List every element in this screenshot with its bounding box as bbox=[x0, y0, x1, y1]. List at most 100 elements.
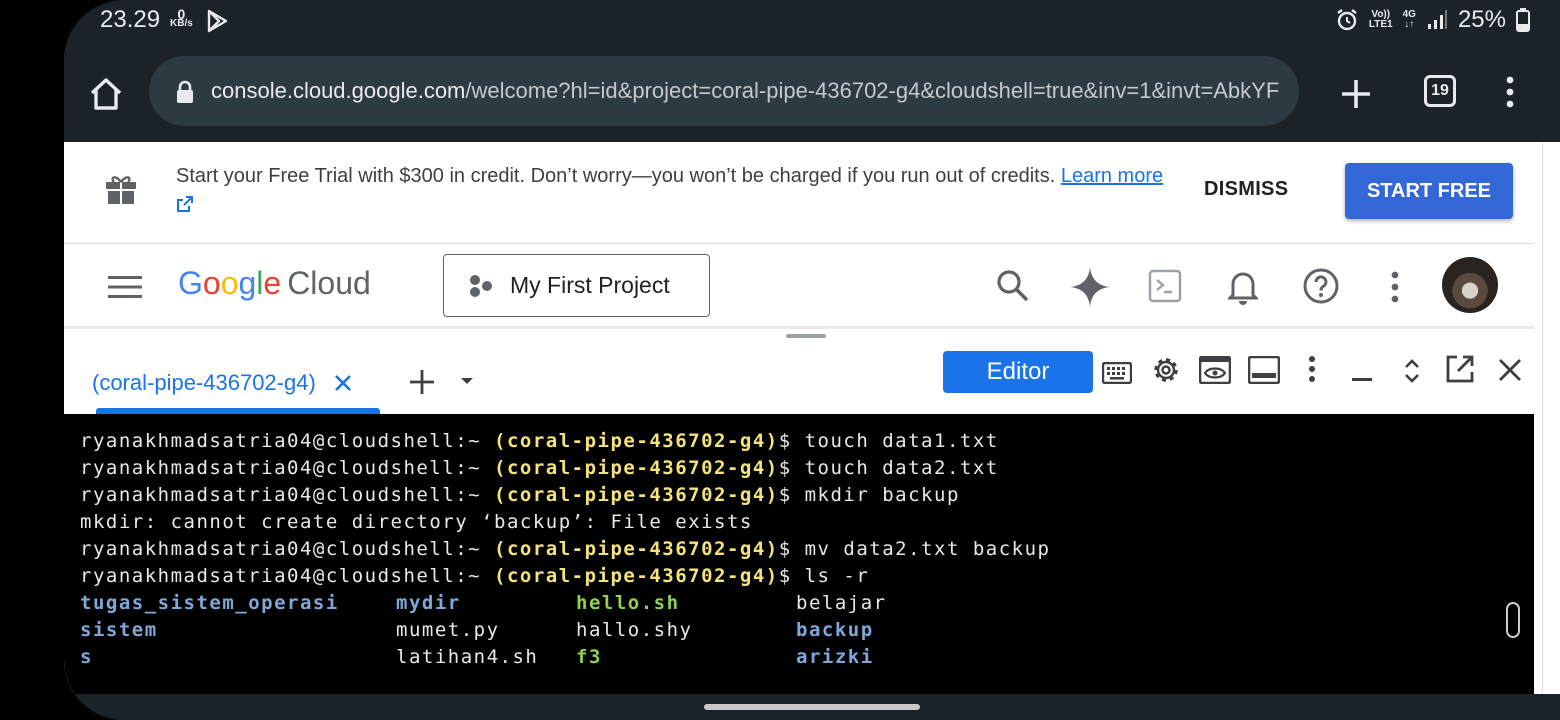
network-type: 4G ↓↑ bbox=[1403, 10, 1416, 30]
prompt-project: (coral-pipe-436702-g4) bbox=[494, 457, 779, 479]
ls-entry-exe: f3 bbox=[576, 646, 602, 668]
gift-icon bbox=[106, 176, 136, 204]
prompt-symbol: $ bbox=[778, 484, 805, 506]
ls-entry-file: latihan4.sh bbox=[396, 646, 539, 668]
home-gesture-handle[interactable] bbox=[704, 704, 920, 710]
status-right: Vo)) LTE1 4G ↓↑ 25% bbox=[1335, 6, 1530, 34]
prompt-symbol: $ bbox=[778, 430, 805, 452]
url-host: console.cloud.google.com bbox=[211, 78, 466, 103]
close-tab-icon[interactable] bbox=[334, 374, 352, 392]
project-name: My First Project bbox=[510, 272, 670, 298]
new-tab-icon[interactable] bbox=[1336, 74, 1376, 114]
prompt-user: ryanakhmadsatria04@cloudshell:~ bbox=[80, 538, 495, 560]
signal-icon bbox=[1427, 10, 1447, 29]
external-link-icon bbox=[177, 196, 193, 212]
network-speed-unit: KB/s bbox=[170, 18, 193, 29]
tab-switcher-button[interactable]: 19 bbox=[1424, 75, 1456, 107]
keyboard-icon[interactable] bbox=[1102, 362, 1132, 384]
search-icon[interactable] bbox=[996, 269, 1030, 303]
prompt-symbol: $ bbox=[778, 457, 805, 479]
prompt-project: (coral-pipe-436702-g4) bbox=[494, 565, 779, 587]
dismiss-button[interactable]: DISMISS bbox=[1204, 178, 1288, 201]
ls-output-row: tugas_sistem_operasi mydir hello.sh bela… bbox=[80, 590, 1534, 617]
prompt-project: (coral-pipe-436702-g4) bbox=[494, 538, 779, 560]
close-icon[interactable] bbox=[1498, 358, 1522, 382]
address-bar[interactable]: console.cloud.google.com/welcome?hl=id&p… bbox=[149, 56, 1299, 126]
more-vert-icon[interactable] bbox=[1308, 356, 1316, 382]
free-trial-banner: Start your Free Trial with $300 in credi… bbox=[64, 142, 1534, 244]
command-text: touch data1.txt bbox=[804, 430, 999, 452]
terminal-line: ryanakhmadsatria04@cloudshell:~ (coral-p… bbox=[80, 428, 1534, 455]
project-picker-button[interactable]: My First Project bbox=[443, 254, 710, 317]
lte-label: LTE1 bbox=[1368, 19, 1393, 30]
lock-icon bbox=[177, 80, 193, 103]
ls-entry-dir: backup bbox=[796, 619, 874, 641]
ls-entry-file: mumet.py bbox=[396, 619, 500, 641]
web-preview-icon[interactable] bbox=[1199, 356, 1231, 384]
learn-more-label: Learn more bbox=[1060, 165, 1164, 187]
prompt-user: ryanakhmadsatria04@cloudshell:~ bbox=[80, 457, 495, 479]
terminal-line: ryanakhmadsatria04@cloudshell:~ (coral-p… bbox=[80, 536, 1534, 563]
ls-entry-file: hallo.shy bbox=[576, 619, 693, 641]
prompt-project: (coral-pipe-436702-g4) bbox=[494, 430, 779, 452]
chevron-down-icon[interactable] bbox=[460, 376, 474, 386]
terminal-line: ryanakhmadsatria04@cloudshell:~ (coral-p… bbox=[80, 563, 1534, 590]
open-new-window-icon[interactable] bbox=[1445, 354, 1475, 384]
terminal-scrollbar[interactable] bbox=[1506, 602, 1520, 638]
more-vert-icon[interactable] bbox=[1390, 271, 1400, 303]
start-free-button[interactable]: START FREE bbox=[1345, 163, 1513, 219]
google-cloud-logo[interactable]: Google Cloud bbox=[178, 265, 371, 302]
console-header: Google Cloud My First Project bbox=[64, 245, 1534, 329]
ls-entry-dir: sistem bbox=[80, 619, 158, 641]
prompt-user: ryanakhmadsatria04@cloudshell:~ bbox=[80, 565, 495, 587]
learn-more-link[interactable]: Learn more bbox=[1061, 165, 1163, 187]
google-wordmark: Google bbox=[178, 265, 282, 301]
terminal-error-line: mkdir: cannot create directory ‘backup’:… bbox=[80, 511, 753, 533]
help-icon[interactable] bbox=[1302, 267, 1340, 305]
menu-icon[interactable] bbox=[108, 275, 142, 299]
status-bar: 23.29 0 KB/s Vo)) LTE1 4G ↓↑ 25% bbox=[64, 0, 1560, 44]
cloud-shell-icon[interactable] bbox=[1148, 269, 1182, 303]
settings-icon[interactable] bbox=[1150, 354, 1182, 386]
command-text: ls -r bbox=[804, 565, 870, 587]
expand-icon[interactable] bbox=[1404, 358, 1420, 384]
ls-output-row: s latihan4.sh f3 arizki bbox=[80, 644, 1534, 671]
ls-entry-dir: mydir bbox=[396, 592, 461, 614]
add-tab-icon[interactable] bbox=[408, 368, 436, 396]
gesture-bar bbox=[64, 694, 1560, 720]
volte-indicator: Vo)) LTE1 bbox=[1369, 10, 1393, 30]
shell-tab-label: (coral-pipe-436702-g4) bbox=[92, 370, 316, 395]
prompt-user: ryanakhmadsatria04@cloudshell:~ bbox=[80, 430, 495, 452]
page-content: Start your Free Trial with $300 in credi… bbox=[64, 142, 1542, 694]
battery-icon bbox=[1516, 8, 1530, 32]
dock-panel-icon[interactable] bbox=[1248, 356, 1280, 384]
gemini-icon[interactable] bbox=[1068, 265, 1112, 309]
network-speed: 0 KB/s bbox=[170, 7, 193, 29]
terminal[interactable]: ryanakhmadsatria04@cloudshell:~ (coral-p… bbox=[64, 414, 1534, 694]
prompt-symbol: $ bbox=[778, 565, 805, 587]
data-arrows-icon: ↓↑ bbox=[1404, 19, 1415, 30]
ls-entry-exe: hello.sh bbox=[576, 592, 680, 614]
terminal-line: ryanakhmadsatria04@cloudshell:~ (coral-p… bbox=[80, 482, 1534, 509]
prompt-user: ryanakhmadsatria04@cloudshell:~ bbox=[80, 484, 495, 506]
prompt-project: (coral-pipe-436702-g4) bbox=[494, 484, 779, 506]
open-editor-button[interactable]: Editor bbox=[943, 351, 1093, 393]
shell-tab[interactable]: (coral-pipe-436702-g4) bbox=[92, 370, 352, 396]
more-vert-icon[interactable] bbox=[1504, 76, 1516, 108]
page-scrollbar[interactable] bbox=[1542, 142, 1560, 694]
phone-screen: 23.29 0 KB/s Vo)) LTE1 4G ↓↑ 25% console… bbox=[64, 0, 1560, 720]
banner-message: Start your Free Trial with $300 in credi… bbox=[176, 162, 1166, 220]
avatar[interactable] bbox=[1442, 257, 1498, 313]
logo-cloud-text: Cloud bbox=[287, 265, 371, 301]
status-time: 23.29 bbox=[100, 6, 161, 33]
minimize-icon[interactable] bbox=[1352, 378, 1372, 382]
home-icon[interactable] bbox=[86, 74, 126, 114]
terminal-line: ryanakhmadsatria04@cloudshell:~ (coral-p… bbox=[80, 455, 1534, 482]
alarm-icon bbox=[1337, 9, 1357, 31]
ls-entry-dir: s bbox=[80, 646, 93, 668]
command-text: mkdir backup bbox=[804, 484, 960, 506]
panel-drag-handle[interactable] bbox=[786, 334, 826, 338]
prompt-symbol: $ bbox=[778, 538, 805, 560]
notifications-icon[interactable] bbox=[1228, 269, 1258, 305]
url-path: /welcome?hl=id&project=coral-pipe-436702… bbox=[465, 78, 1280, 103]
